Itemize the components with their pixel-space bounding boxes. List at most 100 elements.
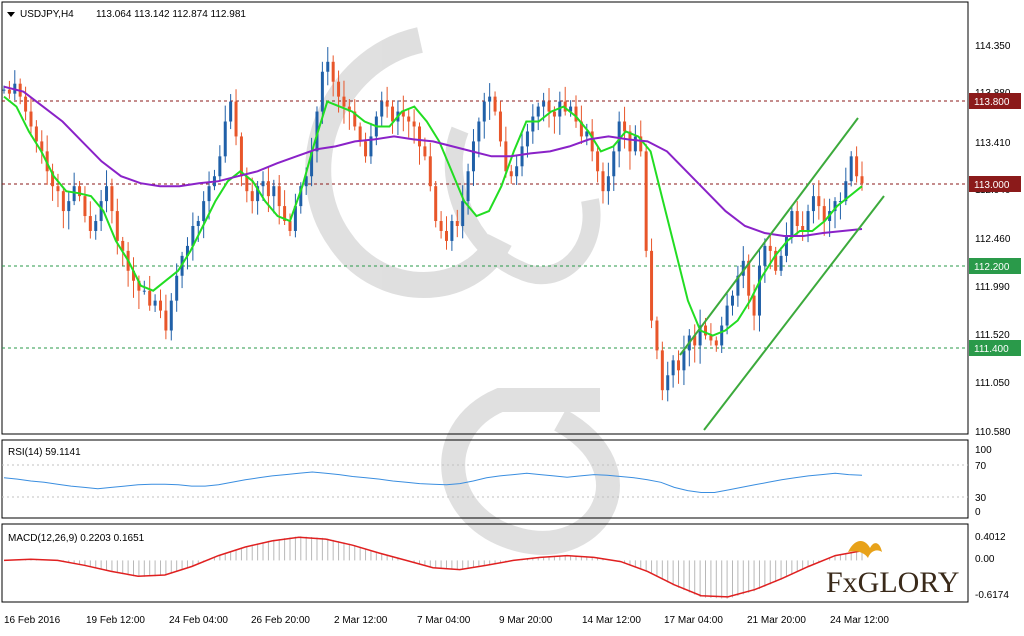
bear-candle <box>439 221 443 231</box>
bear-candle <box>83 196 87 217</box>
bull-candle <box>779 255 783 271</box>
bull-candle <box>612 151 616 177</box>
level-tag-label: 113.000 <box>974 180 1010 191</box>
bear-candle <box>234 101 238 137</box>
bear-candle <box>358 126 362 142</box>
bear-candle <box>364 141 368 157</box>
bear-candle <box>115 211 119 241</box>
level-tag-label: 113.800 <box>974 97 1010 108</box>
bull-candle <box>784 235 788 256</box>
bear-candle <box>509 171 513 177</box>
bull-candle <box>223 121 227 157</box>
bear-candle <box>655 320 659 351</box>
bull-candle <box>207 186 211 202</box>
bull-candle <box>272 186 276 197</box>
brand-logo-text: FxGLORY <box>826 566 959 599</box>
bear-candle <box>444 230 448 241</box>
bear-candle <box>423 146 427 157</box>
bull-candle <box>531 116 535 132</box>
bull-candle <box>477 121 481 142</box>
bull-candle <box>153 300 157 306</box>
time-tick: 19 Feb 12:00 <box>86 615 145 626</box>
bull-candle <box>606 176 610 192</box>
bear-candle <box>391 106 395 122</box>
bear-candle <box>7 89 11 94</box>
bull-candle <box>105 186 109 202</box>
bear-candle <box>412 121 416 127</box>
bull-candle <box>2 89 6 91</box>
bear-candle <box>385 101 389 107</box>
bear-candle <box>61 191 65 212</box>
rsi-label: RSI(14) 59.1141 <box>8 447 81 458</box>
bull-candle <box>671 360 675 376</box>
bear-candle <box>29 111 33 127</box>
time-tick: 7 Mar 04:00 <box>417 615 471 626</box>
bear-candle <box>250 191 254 202</box>
bear-candle <box>601 171 605 192</box>
macd-tick: 0.00 <box>975 554 995 565</box>
time-tick: 16 Feb 2016 <box>4 615 61 626</box>
time-tick: 26 Feb 20:00 <box>251 615 310 626</box>
bear-candle <box>677 360 681 371</box>
bear-candle <box>644 151 648 251</box>
bear-candle <box>277 186 281 207</box>
bear-candle <box>342 96 346 107</box>
bear-candle <box>148 290 152 306</box>
rsi-tick: 30 <box>975 493 987 504</box>
bull-candle <box>849 156 853 182</box>
chart: USDJPY,H4 113.064 113.142 112.874 112.98… <box>0 0 1024 636</box>
bull-candle <box>542 101 546 107</box>
ohlc-label: 113.064 113.142 112.874 112.981 <box>96 9 246 20</box>
bear-candle <box>337 81 341 97</box>
bull-candle <box>67 201 71 212</box>
price-tick: 111.520 <box>975 330 1010 341</box>
bull-candle <box>229 101 233 122</box>
bear-candle <box>455 221 459 226</box>
bear-candle <box>714 340 718 346</box>
bear-candle <box>855 156 859 177</box>
bull-candle <box>617 121 621 152</box>
bull-candle <box>466 171 470 202</box>
bull-candle <box>471 141 475 172</box>
bear-candle <box>817 196 821 207</box>
bull-candle <box>488 96 492 102</box>
bear-candle <box>650 250 654 321</box>
level-tag-label: 112.200 <box>974 262 1010 273</box>
bull-candle <box>482 101 486 122</box>
time-tick: 14 Mar 12:00 <box>582 615 641 626</box>
bull-candle <box>763 245 767 266</box>
bull-candle <box>450 221 454 241</box>
bear-candle <box>498 111 502 142</box>
bear-candle <box>158 300 162 311</box>
bear-candle <box>860 176 864 184</box>
bull-candle <box>725 305 729 326</box>
price-tick: 111.990 <box>975 282 1010 293</box>
macd-tick: -0.6174 <box>975 590 1009 601</box>
bull-candle <box>730 295 734 306</box>
macd-tick: 0.4012 <box>975 532 1006 543</box>
bear-candle <box>428 156 432 187</box>
bull-candle <box>94 221 98 231</box>
bull-candle <box>536 106 540 117</box>
bear-candle <box>418 126 422 147</box>
bull-candle <box>682 350 686 371</box>
bull-candle <box>666 375 670 391</box>
price-tick: 111.050 <box>975 378 1010 389</box>
bull-candle <box>515 166 519 177</box>
bear-candle <box>795 211 799 226</box>
bear-candle <box>34 126 38 142</box>
bull-candle <box>790 211 794 236</box>
bear-candle <box>752 295 756 316</box>
bull-candle <box>202 201 206 222</box>
bull-candle <box>520 146 524 167</box>
bear-candle <box>331 61 335 82</box>
bear-candle <box>110 186 114 212</box>
bull-candle <box>320 71 324 112</box>
time-tick: 9 Mar 20:00 <box>499 615 553 626</box>
bear-candle <box>288 221 292 231</box>
macd-label: MACD(12,26,9) 0.2203 0.1651 <box>8 533 145 544</box>
bear-candle <box>266 181 270 197</box>
time-tick: 24 Feb 04:00 <box>169 615 228 626</box>
symbol-label: USDJPY,H4 <box>20 9 74 20</box>
time-tick: 17 Mar 04:00 <box>664 615 723 626</box>
